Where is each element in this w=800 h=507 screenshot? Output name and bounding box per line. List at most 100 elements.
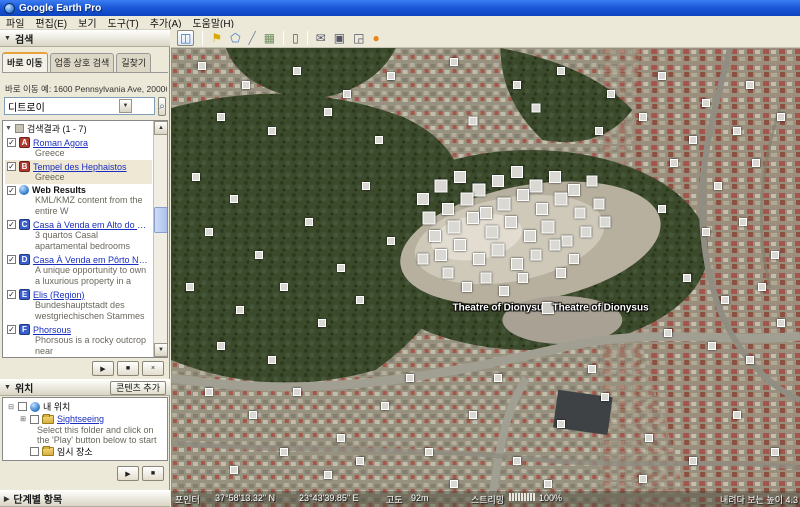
photo-marker-icon[interactable]	[417, 193, 429, 205]
add-polygon-icon[interactable]: ⬠	[230, 31, 240, 45]
photo-marker-icon[interactable]	[406, 374, 414, 382]
photo-marker-icon[interactable]	[517, 189, 529, 201]
print-icon[interactable]: ▣	[334, 31, 345, 45]
photo-marker-icon[interactable]	[343, 90, 351, 98]
photo-marker-icon[interactable]	[739, 218, 747, 226]
photo-marker-icon[interactable]	[746, 81, 754, 89]
photo-marker-icon[interactable]	[511, 258, 523, 270]
photo-marker-icon[interactable]	[230, 466, 238, 474]
sightseeing-item[interactable]: ⊞ Sightseeing	[19, 414, 167, 424]
photo-marker-icon[interactable]	[249, 411, 257, 419]
photo-marker-icon[interactable]	[531, 103, 540, 112]
photo-marker-icon[interactable]	[293, 388, 301, 396]
photo-marker-icon[interactable]	[494, 374, 502, 382]
scroll-down-icon[interactable]: ▼	[154, 343, 168, 357]
photo-marker-icon[interactable]	[435, 249, 447, 261]
photo-marker-icon[interactable]	[600, 217, 611, 228]
photo-marker-icon[interactable]	[554, 193, 567, 206]
scroll-up-icon[interactable]: ▲	[154, 121, 168, 135]
result-checkbox[interactable]: ✓	[7, 220, 16, 229]
places-panel-header[interactable]: ▼ 위치 콘텐츠 추가	[0, 379, 170, 396]
photo-marker-icon[interactable]	[454, 171, 466, 183]
photo-marker-icon[interactable]	[530, 249, 541, 260]
photo-marker-icon[interactable]	[645, 434, 653, 442]
photo-marker-icon[interactable]	[536, 203, 548, 215]
photo-marker-icon[interactable]	[557, 420, 565, 428]
placemark-label[interactable]: Theatre of Dionysus	[453, 302, 549, 313]
photo-marker-icon[interactable]	[186, 283, 194, 291]
photo-marker-icon[interactable]	[480, 207, 492, 219]
search-result-item[interactable]: ✓ARoman AgoraGreece	[5, 136, 152, 160]
photo-marker-icon[interactable]	[574, 208, 585, 219]
photo-marker-icon[interactable]	[733, 127, 741, 135]
placemark-label[interactable]: Theatre of Dionysus	[553, 302, 649, 313]
photo-marker-icon[interactable]	[230, 195, 238, 203]
photo-marker-icon[interactable]	[280, 448, 288, 456]
search-input[interactable]	[4, 97, 155, 115]
temporary-places-checkbox[interactable]	[30, 447, 39, 456]
play-tour-button[interactable]: ▶	[92, 361, 114, 376]
result-checkbox[interactable]: ✓	[7, 255, 16, 264]
search-result-item[interactable]: ✓EElis (Region)Bundeshauptstadt des west…	[5, 288, 152, 323]
menu-item-3[interactable]: 도구(T)	[108, 15, 139, 30]
search-result-item[interactable]: ✓BTempel des HephaistosGreece	[5, 160, 152, 184]
result-checkbox[interactable]: ✓	[7, 325, 16, 334]
photo-marker-icon[interactable]	[498, 198, 511, 211]
sightseeing-label[interactable]: Sightseeing	[57, 414, 104, 424]
photo-marker-icon[interactable]	[473, 184, 486, 197]
email-icon[interactable]: ✉	[316, 31, 326, 45]
photo-marker-icon[interactable]	[492, 175, 504, 187]
title-bar[interactable]: Google Earth Pro	[0, 0, 800, 16]
temporary-places-item[interactable]: 임시 장소	[19, 445, 167, 458]
photo-marker-icon[interactable]	[205, 388, 213, 396]
result-title[interactable]: Casa À Venda em Pôrto Nomot Artis	[33, 255, 152, 265]
map-viewport[interactable]: Theatre of Dionysus Theatre of Dionysus …	[171, 48, 800, 507]
photo-marker-icon[interactable]	[268, 356, 276, 364]
photo-marker-icon[interactable]	[556, 268, 566, 278]
photo-marker-icon[interactable]	[480, 272, 491, 283]
photo-marker-icon[interactable]	[198, 62, 206, 70]
photo-marker-icon[interactable]	[242, 81, 250, 89]
add-image-overlay-icon[interactable]: ▦	[264, 31, 275, 45]
photo-marker-icon[interactable]	[702, 228, 710, 236]
photo-marker-icon[interactable]	[639, 113, 647, 121]
photo-marker-icon[interactable]	[450, 58, 458, 66]
photo-marker-icon[interactable]	[562, 235, 573, 246]
photo-marker-icon[interactable]	[268, 127, 276, 135]
photo-marker-icon[interactable]	[752, 159, 760, 167]
photo-marker-icon[interactable]	[293, 67, 301, 75]
photo-marker-icon[interactable]	[442, 267, 453, 278]
photo-marker-icon[interactable]	[524, 230, 536, 242]
combo-dropdown-icon[interactable]: ▼	[119, 99, 132, 113]
photo-marker-icon[interactable]	[733, 411, 741, 419]
search-panel-header[interactable]: ▼ 검색	[0, 30, 170, 47]
stop-tour-button[interactable]: ■	[142, 466, 164, 481]
photo-marker-icon[interactable]	[499, 286, 509, 296]
photo-marker-icon[interactable]	[664, 329, 672, 337]
photo-marker-icon[interactable]	[492, 243, 505, 256]
menu-item-0[interactable]: 파일	[6, 15, 24, 30]
search-result-item[interactable]: ✓Web ResultsKML/KMZ content from the ent…	[5, 184, 152, 218]
photo-marker-icon[interactable]	[280, 283, 288, 291]
photo-marker-icon[interactable]	[771, 251, 779, 259]
photo-marker-icon[interactable]	[454, 239, 466, 251]
my-places-checkbox[interactable]	[18, 402, 27, 411]
tree-expander-icon[interactable]: ⊟	[7, 403, 15, 411]
photo-marker-icon[interactable]	[758, 283, 766, 291]
photo-marker-icon[interactable]	[721, 296, 729, 304]
photo-marker-icon[interactable]	[337, 264, 345, 272]
photo-marker-icon[interactable]	[777, 319, 785, 327]
photo-marker-icon[interactable]	[469, 411, 477, 419]
photo-marker-icon[interactable]	[658, 72, 666, 80]
photo-marker-icon[interactable]	[702, 99, 710, 107]
result-checkbox[interactable]: ✓	[7, 186, 16, 195]
tree-expander-icon[interactable]: ▼	[5, 125, 12, 132]
photo-marker-icon[interactable]	[467, 212, 479, 224]
photo-marker-icon[interactable]	[485, 225, 498, 238]
photo-marker-icon[interactable]	[362, 182, 370, 190]
result-title[interactable]: Web Results	[32, 185, 86, 195]
photo-marker-icon[interactable]	[601, 393, 609, 401]
photo-marker-icon[interactable]	[639, 475, 647, 483]
photo-marker-icon[interactable]	[324, 471, 332, 479]
photo-marker-icon[interactable]	[518, 273, 528, 283]
